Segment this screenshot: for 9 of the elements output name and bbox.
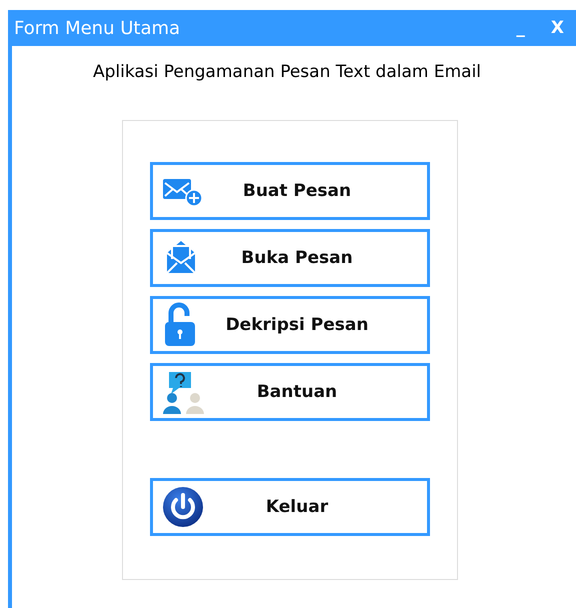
menu-button[interactable]: Keluar: [150, 478, 430, 536]
menu-button[interactable]: Bantuan: [150, 363, 430, 421]
power-icon: [161, 485, 205, 529]
window-title: Form Menu Utama: [14, 18, 182, 38]
menu-button[interactable]: Buka Pesan: [150, 229, 430, 287]
help-people-icon: [161, 370, 205, 414]
menu-button[interactable]: Dekripsi Pesan: [150, 296, 430, 354]
menu-button[interactable]: Buat Pesan: [150, 162, 430, 220]
app-heading: Aplikasi Pengamanan Pesan Text dalam Email: [92, 62, 482, 82]
